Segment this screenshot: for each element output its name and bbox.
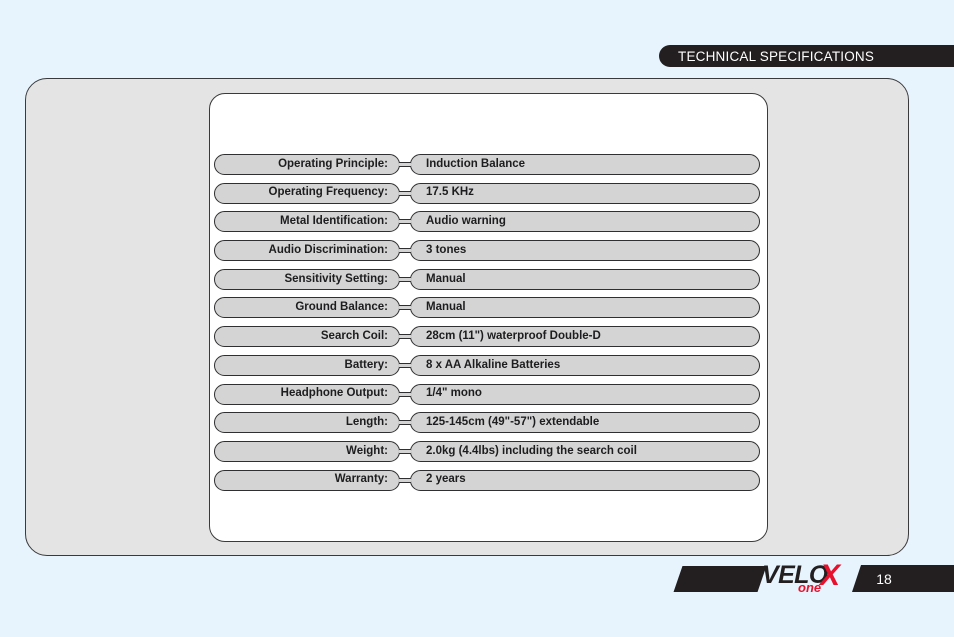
- spec-label-text: Search Coil:: [320, 329, 388, 342]
- spec-connector: [399, 391, 411, 397]
- spec-value-pill: Manual: [410, 297, 760, 319]
- spec-value-text: Audio warning: [426, 215, 506, 228]
- spec-label-pill: Warranty:: [214, 469, 400, 491]
- spec-value-text: 2 years: [426, 473, 466, 486]
- spec-label-text: Length:: [345, 415, 388, 428]
- spec-label-pill: Headphone Output:: [214, 383, 400, 405]
- spec-label-pill: Battery:: [214, 354, 400, 376]
- spec-label-pill: Operating Frequency:: [214, 182, 400, 204]
- spec-row: Weight: 2.0kg (4.4lbs) including the sear…: [214, 440, 760, 462]
- spec-label-text: Weight:: [346, 444, 388, 457]
- spec-value-pill: 17.5 KHz: [410, 182, 760, 204]
- spec-row: Operating Principle: Induction Balance: [214, 154, 760, 175]
- spec-label-pill: Metal Identification:: [214, 211, 400, 233]
- page-number: 18: [876, 570, 892, 587]
- spec-value-text: 2.0kg (4.4lbs) including the search coil: [426, 444, 637, 457]
- spec-value-pill: 8 x AA Alkaline Batteries: [410, 354, 760, 376]
- spec-row: Sensitivity Setting: Manual: [214, 268, 760, 290]
- spec-value-text: 125-145cm (49"-57") extendable: [426, 415, 600, 428]
- spec-connector: [399, 305, 411, 311]
- spec-connector: [399, 448, 411, 454]
- spec-label-text: Warranty:: [334, 473, 388, 486]
- spec-connector: [399, 477, 411, 483]
- spec-value-pill: 1/4" mono: [410, 383, 760, 405]
- spec-label-text: Metal Identification:: [280, 215, 388, 228]
- brand-x-icon: X: [820, 559, 841, 592]
- spec-row: Search Coil: 28cm (11") waterproof Double…: [214, 326, 760, 348]
- spec-connector: [399, 362, 411, 368]
- spec-row: Battery: 8 x AA Alkaline Batteries: [214, 354, 760, 376]
- page-title: TECHNICAL SPECIFICATIONS: [678, 48, 875, 64]
- spec-value-pill: Induction Balance: [410, 154, 760, 175]
- spec-label-text: Sensitivity Setting:: [284, 272, 388, 285]
- spec-label-pill: Operating Principle:: [214, 154, 400, 175]
- spec-connector: [399, 420, 411, 426]
- spec-value-text: 28cm (11") waterproof Double-D: [426, 329, 601, 342]
- spec-value-text: Induction Balance: [426, 157, 526, 170]
- spec-row: Ground Balance: Manual: [214, 297, 760, 319]
- spec-value-pill: 125-145cm (49"-57") extendable: [410, 412, 760, 434]
- spec-row: Metal Identification: Audio warning: [214, 211, 760, 233]
- brand-sub-text: one: [798, 580, 822, 595]
- spec-value-pill: Manual: [410, 268, 760, 290]
- spec-label-text: Operating Principle:: [278, 157, 388, 170]
- spec-label-pill: Audio Discrimination:: [214, 240, 400, 262]
- spec-connector: [399, 219, 411, 225]
- spec-label-pill: Search Coil:: [214, 326, 400, 348]
- spec-value-pill: 3 tones: [410, 240, 760, 262]
- spec-value-text: 8 x AA Alkaline Batteries: [426, 358, 561, 371]
- spec-value-text: Manual: [426, 301, 466, 314]
- spec-row: Warranty: 2 years: [214, 469, 760, 491]
- spec-row: Audio Discrimination: 3 tones: [214, 240, 760, 262]
- spec-value-pill: Audio warning: [410, 211, 760, 233]
- page-number-badge: 18: [852, 565, 954, 592]
- specifications-table: Operating Principle: Induction Balance Ope…: [214, 154, 760, 498]
- spec-label-pill: Weight:: [214, 440, 400, 462]
- spec-label-pill: Length:: [214, 412, 400, 434]
- spec-value-text: 3 tones: [426, 243, 467, 256]
- spec-value-text: 1/4" mono: [426, 387, 482, 400]
- spec-value-pill: 2 years: [410, 469, 760, 491]
- spec-connector: [399, 334, 411, 340]
- spec-connector: [399, 162, 411, 167]
- spec-value-pill: 2.0kg (4.4lbs) including the search coil: [410, 440, 760, 462]
- spec-value-pill: 28cm (11") waterproof Double-D: [410, 326, 760, 348]
- spec-label-text: Headphone Output:: [280, 387, 388, 400]
- spec-label-pill: Ground Balance:: [214, 297, 400, 319]
- spec-label-pill: Sensitivity Setting:: [214, 268, 400, 290]
- spec-connector: [399, 276, 411, 282]
- spec-label-text: Audio Discrimination:: [268, 243, 388, 256]
- spec-row: Operating Frequency: 17.5 KHz: [214, 182, 760, 204]
- technical-specifications-banner: TECHNICAL SPECIFICATIONS: [659, 45, 954, 67]
- spec-label-text: Ground Balance:: [295, 301, 388, 314]
- spec-value-text: 17.5 KHz: [426, 186, 474, 199]
- spec-connector: [399, 248, 411, 254]
- spec-connector: [399, 190, 411, 196]
- spec-row: Headphone Output: 1/4" mono: [214, 383, 760, 405]
- spec-value-text: Manual: [426, 272, 466, 285]
- spec-label-text: Operating Frequency:: [268, 186, 389, 199]
- velox-one-logo: VELO X one: [762, 561, 848, 597]
- spec-row: Length: 125-145cm (49"-57") extendable: [214, 412, 760, 434]
- spec-label-text: Battery:: [344, 358, 388, 371]
- footer-accent-slab: [673, 566, 767, 592]
